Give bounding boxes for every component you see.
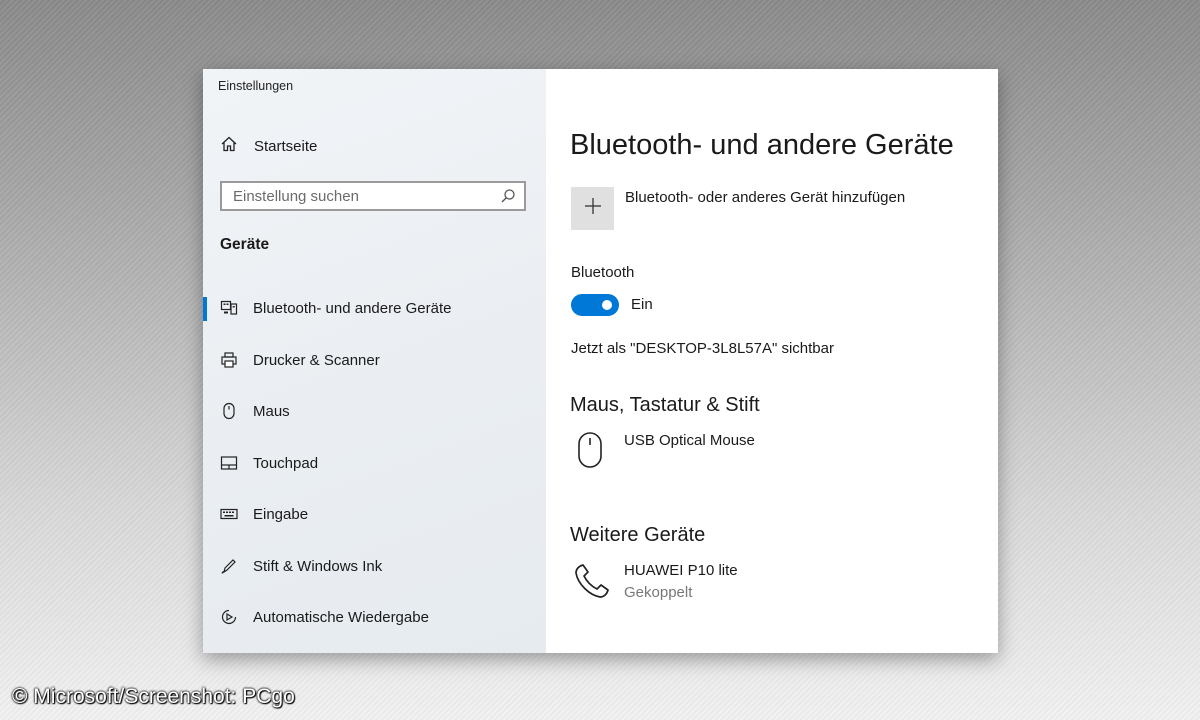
search-box[interactable] — [220, 181, 526, 211]
sidebar-item-printers[interactable]: Drucker & Scanner — [203, 335, 546, 387]
device-name[interactable]: HUAWEI P10 lite — [624, 562, 738, 579]
sidebar-item-label: Eingabe — [253, 506, 309, 524]
selection-indicator — [203, 297, 207, 321]
sidebar-item-label: Maus — [253, 403, 290, 421]
keyboard-icon — [220, 505, 238, 523]
app-title: Einstellungen — [218, 79, 294, 93]
device-status: Gekoppelt — [624, 584, 693, 601]
sidebar-item-label: Bluetooth- und andere Geräte — [253, 300, 452, 318]
section-title-mouse-keyboard: Maus, Tastatur & Stift — [570, 394, 760, 416]
section-title-other-devices: Weitere Geräte — [570, 524, 706, 546]
mouse-icon — [220, 402, 238, 420]
sidebar-item-bluetooth[interactable]: Bluetooth- und andere Geräte — [203, 283, 546, 335]
sidebar-item-typing[interactable]: Eingabe — [203, 489, 546, 541]
add-device-button[interactable] — [571, 187, 614, 230]
visibility-text: Jetzt als "DESKTOP-3L8L57A" sichtbar — [571, 340, 834, 357]
sidebar-item-label: Stift & Windows Ink — [253, 557, 383, 575]
phone-icon — [574, 563, 610, 604]
add-device-label[interactable]: Bluetooth- oder anderes Gerät hinzufügen — [625, 189, 905, 206]
home-label: Startseite — [254, 138, 318, 155]
sidebar-item-label: Drucker & Scanner — [253, 351, 380, 369]
autoplay-icon — [220, 608, 238, 626]
sidebar-item-autoplay[interactable]: Automatische Wiedergabe — [203, 592, 546, 644]
bluetooth-toggle[interactable] — [571, 294, 619, 316]
sidebar-item-touchpad[interactable]: Touchpad — [203, 438, 546, 490]
settings-window: Einstellungen Startseite Geräte Bluetoot… — [203, 69, 998, 653]
section-label: Geräte — [220, 236, 270, 253]
device-name[interactable]: USB Optical Mouse — [624, 432, 755, 449]
touchpad-icon — [220, 454, 238, 472]
home-icon — [220, 135, 238, 158]
main-panel: Bluetooth- und andere Geräte Bluetooth- … — [546, 69, 998, 653]
toggle-knob — [602, 300, 612, 310]
bluetooth-devices-icon — [220, 299, 238, 317]
sidebar-item-pen[interactable]: Stift & Windows Ink — [203, 541, 546, 593]
sidebar-item-label: Touchpad — [253, 454, 319, 472]
printer-icon — [220, 351, 238, 369]
home-link[interactable]: Startseite — [220, 135, 317, 158]
sidebar: Einstellungen Startseite Geräte Bluetoot… — [203, 69, 546, 653]
bluetooth-state-label: Ein — [631, 296, 653, 313]
mouse-icon — [577, 431, 603, 474]
nav-list: Bluetooth- und andere Geräte Drucker & S… — [203, 283, 546, 644]
page-title: Bluetooth- und andere Geräte — [570, 129, 954, 161]
copyright-watermark: © Microsoft/Screenshot: PCgo — [12, 685, 295, 708]
sidebar-item-label: Automatische Wiedergabe — [253, 609, 429, 627]
plus-icon — [583, 196, 603, 221]
search-input[interactable] — [222, 183, 493, 209]
pen-icon — [220, 557, 238, 575]
sidebar-item-mouse[interactable]: Maus — [203, 386, 546, 438]
bluetooth-label: Bluetooth — [571, 264, 635, 281]
search-icon[interactable] — [500, 188, 516, 209]
